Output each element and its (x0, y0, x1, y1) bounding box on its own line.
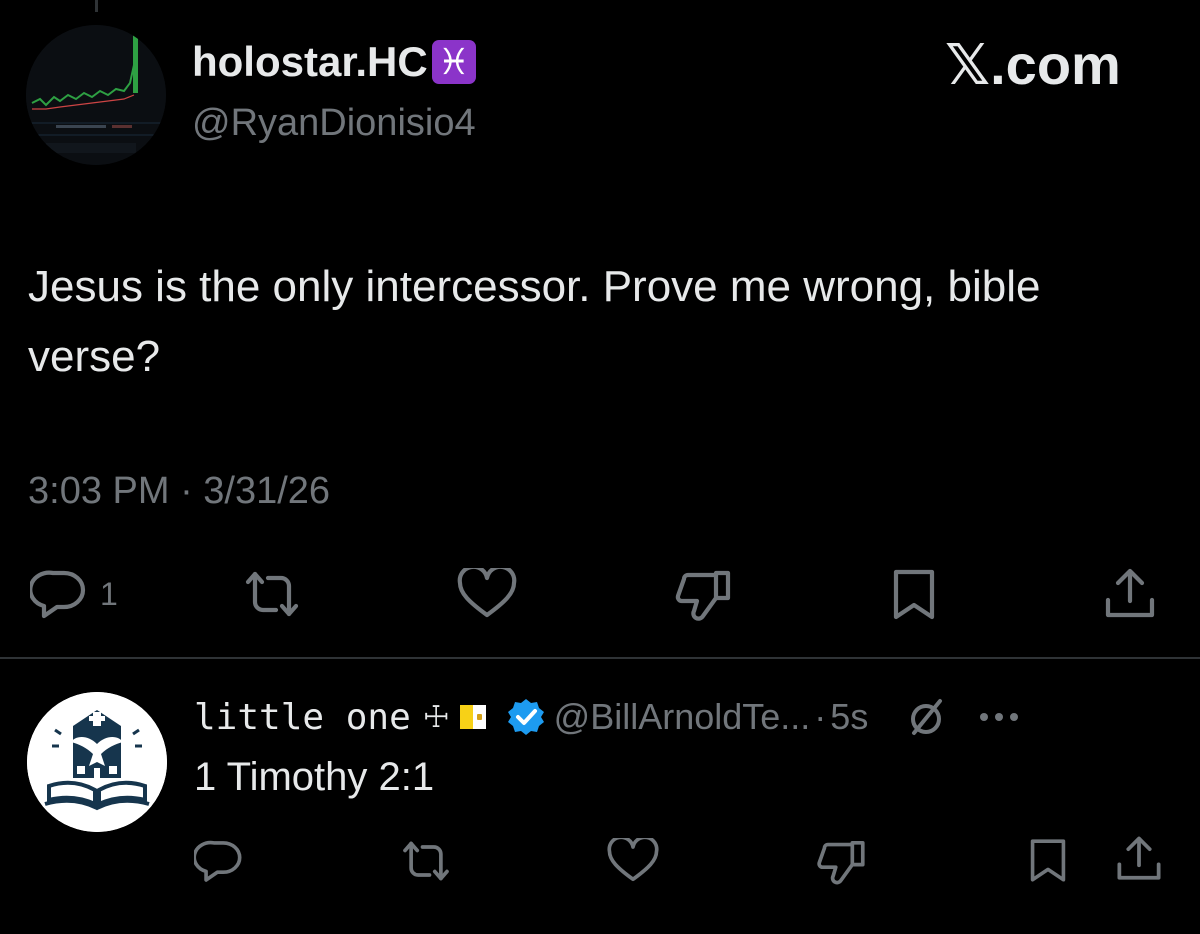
like-icon (457, 568, 517, 618)
bookmark-icon (893, 569, 935, 620)
bookmark-icon (1030, 839, 1066, 882)
author-name-text: holostar.HC (192, 38, 428, 85)
reply-dislike-button[interactable] (814, 838, 868, 886)
thread-line (95, 0, 98, 12)
repost-icon (245, 571, 299, 617)
divider (0, 657, 1200, 659)
avatar-chart-image (26, 25, 166, 165)
repost-button[interactable] (240, 568, 304, 620)
reply-timestamp[interactable]: 5s (830, 696, 868, 738)
reply-author-handle[interactable]: @BillArnoldTe... (554, 696, 811, 738)
dislike-icon (675, 570, 731, 621)
church-logo-icon (27, 692, 167, 832)
author-avatar[interactable] (26, 25, 166, 165)
reply-like-button[interactable] (606, 838, 660, 884)
dislike-icon (817, 841, 865, 885)
cross-emoji-icon: ☩ (422, 700, 450, 734)
reply-share-button[interactable] (1112, 834, 1166, 884)
reply-repost-button[interactable] (398, 838, 454, 884)
author-handle[interactable]: @RyanDionisio4 (192, 102, 476, 145)
community-notes-icon[interactable] (904, 695, 948, 739)
bookmark-button[interactable] (886, 567, 942, 621)
reply-author-name[interactable]: little one (194, 697, 411, 738)
reply-bookmark-button[interactable] (1024, 836, 1072, 884)
dislike-button[interactable] (672, 568, 734, 622)
repost-icon (403, 841, 449, 881)
post-timestamp[interactable]: 3:03 PM · 3/31/26 (28, 470, 330, 513)
author-display-name[interactable]: holostar.HC ♓ (192, 38, 476, 86)
like-button[interactable] (456, 568, 518, 620)
separator-dot: · (814, 696, 827, 737)
x-brand-watermark: 𝕏.com (945, 33, 1121, 96)
reply-header: little one ☩ @BillArnoldTe... · 5s (194, 692, 1020, 742)
reply-icon (30, 570, 86, 619)
reply-button[interactable]: 1 (30, 568, 118, 620)
share-icon (1117, 836, 1161, 880)
more-icon[interactable] (978, 710, 1020, 724)
reply-count: 1 (100, 575, 118, 612)
reply-text: 1 Timothy 2:1 (194, 755, 435, 799)
like-icon (607, 838, 659, 882)
share-button[interactable] (1100, 566, 1160, 622)
share-icon (1105, 568, 1155, 618)
pisces-emoji-icon: ♓ (431, 40, 476, 84)
reply-icon (194, 840, 242, 882)
reply-reply-button[interactable] (194, 838, 244, 884)
post-text: Jesus is the only intercessor. Prove me … (28, 262, 1041, 381)
vatican-flag-icon (459, 705, 486, 729)
verified-badge-icon[interactable] (506, 697, 546, 737)
reply-author-avatar[interactable] (27, 692, 167, 832)
